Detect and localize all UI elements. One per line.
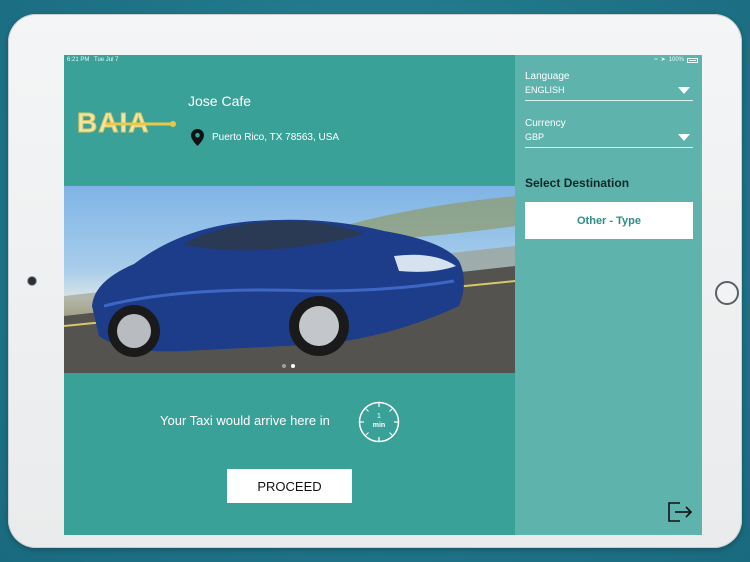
front-camera	[28, 277, 36, 285]
baia-logo: BAIA	[77, 107, 176, 139]
battery-icon	[687, 57, 698, 63]
carousel-dot[interactable]	[282, 364, 286, 368]
venue-address: Puerto Rico, TX 78563, USA	[212, 132, 340, 143]
destination-option-button[interactable]: Other - Type	[525, 202, 693, 239]
app-screen: 6:21 PM Tue Jul 7 BAIA Jose Cafe Puerto …	[64, 55, 702, 535]
battery-percent: 100%	[668, 57, 684, 63]
logout-icon[interactable]	[667, 501, 693, 523]
status-date: Tue Jul 7	[94, 57, 119, 63]
car-photo-carousel[interactable]	[64, 186, 515, 373]
arrival-text: Your Taxi would arrive here in	[160, 413, 330, 428]
status-time: 6:21 PM	[67, 57, 90, 63]
language-label: Language	[525, 71, 570, 82]
currency-label: Currency	[525, 118, 566, 129]
status-bar: 6:21 PM Tue Jul 7	[64, 55, 515, 65]
tablet-frame: 6:21 PM Tue Jul 7 BAIA Jose Cafe Puerto …	[8, 14, 742, 548]
settings-panel: ≈ ➤ 100% Language ENGLISH Currency GBP S…	[515, 55, 702, 535]
currency-value[interactable]: GBP	[525, 132, 544, 142]
carousel-dot-active[interactable]	[291, 364, 295, 368]
location-pin-icon	[191, 129, 204, 146]
eta-unit: min	[372, 422, 386, 429]
eta-timer: 1 min	[358, 401, 400, 443]
home-button[interactable]	[715, 281, 739, 305]
language-underline	[525, 100, 693, 101]
carousel-dots[interactable]	[282, 364, 295, 368]
language-dropdown-icon[interactable]	[678, 87, 690, 94]
proceed-button[interactable]: PROCEED	[227, 469, 352, 503]
car-image	[64, 196, 515, 373]
eta-value: 1	[377, 413, 381, 420]
destination-title: Select Destination	[525, 176, 630, 190]
currency-underline	[525, 147, 693, 148]
currency-dropdown-icon[interactable]	[678, 134, 690, 141]
venue-name: Jose Cafe	[188, 93, 252, 109]
location-arrow-icon: ➤	[660, 57, 666, 63]
status-icons: ≈ ➤ 100%	[654, 55, 698, 65]
main-panel: 6:21 PM Tue Jul 7 BAIA Jose Cafe Puerto …	[64, 55, 515, 535]
language-value[interactable]: ENGLISH	[525, 85, 565, 95]
wifi-icon: ≈	[654, 57, 658, 63]
